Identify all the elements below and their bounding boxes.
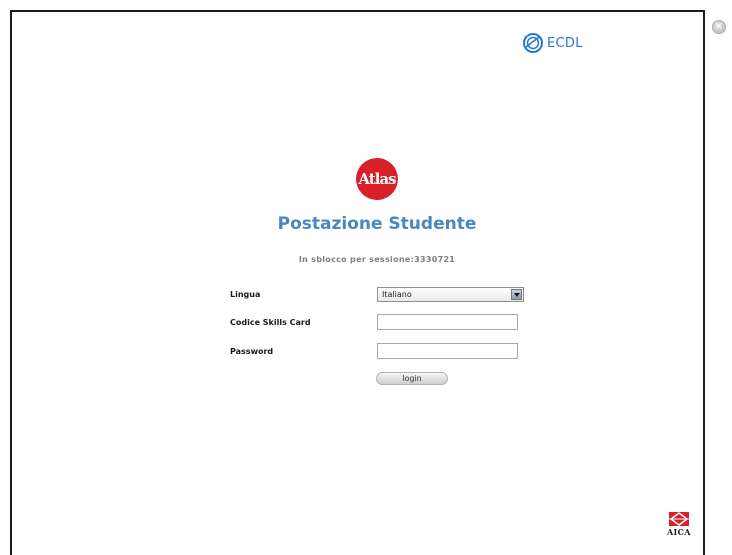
aica-label: AICA [667,527,691,537]
language-select[interactable]: Italiano [377,287,524,302]
login-button[interactable]: login [376,372,448,385]
atlas-logo: Atlas [356,158,398,200]
skills-card-input[interactable] [377,314,518,330]
language-select-value: Italiano [382,290,412,299]
chevron-down-icon[interactable] [511,289,522,300]
password-input[interactable] [377,343,518,359]
aica-emblem-icon [668,512,689,526]
skills-card-label: Codice Skills Card [230,318,311,327]
app-window [10,10,705,555]
session-status: In sblocco per sessione:3330721 [298,255,456,264]
ecdl-globe-icon [523,33,543,53]
close-icon[interactable]: ✕ [712,20,726,34]
ecdl-label: ECDL [547,35,583,51]
aica-logo: AICA [667,512,691,537]
language-label: Lingua [230,290,261,299]
ecdl-logo: ECDL [522,32,583,54]
password-label: Password [230,347,274,356]
page-title: Postazione Studente [277,214,477,234]
